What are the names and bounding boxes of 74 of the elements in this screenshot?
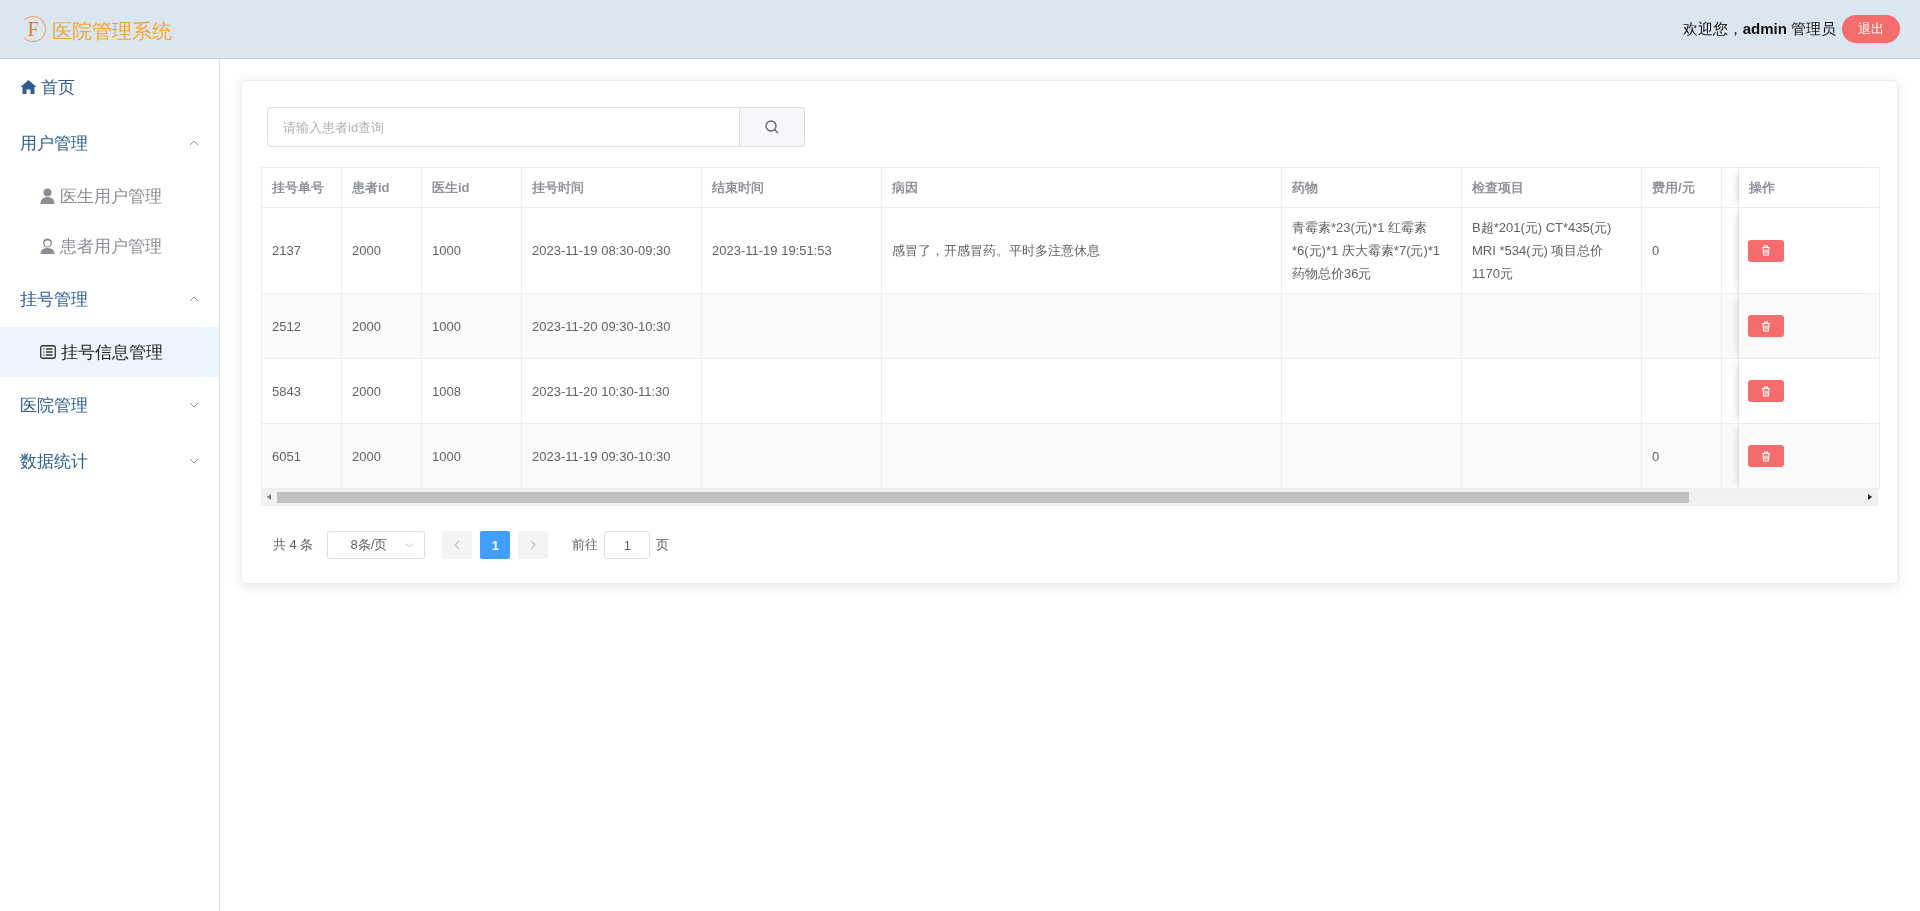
menu-group[interactable]: 医院管理 (0, 377, 219, 433)
page-suffix: 页 (656, 536, 670, 554)
table-cell: 2023-11-19 08:30-09:30 (532, 243, 671, 258)
user-icon (40, 188, 55, 204)
trash-icon (1761, 245, 1771, 256)
goto-label: 前往 (572, 536, 599, 554)
previous-page-button[interactable] (442, 531, 473, 559)
scroll-left-icon[interactable] (265, 493, 273, 501)
column-header: 费用/元 (1642, 168, 1722, 208)
next-page-button[interactable] (518, 531, 549, 559)
column-header: 结束时间 (702, 168, 882, 208)
trash-icon (1761, 450, 1771, 462)
trash-icon (1761, 385, 1771, 397)
table-cell: 2023-11-19 19:51:53 (712, 243, 832, 258)
chevron-left-icon (454, 540, 461, 550)
table-cell: 6051 (272, 448, 301, 464)
search-icon (765, 120, 779, 134)
delete-button[interactable] (1748, 315, 1784, 337)
menu-item[interactable]: 首页 (0, 59, 219, 115)
table-cell: 5843 (272, 383, 301, 399)
delete-button[interactable] (1748, 380, 1784, 402)
column-header: 患者id (342, 168, 422, 208)
search-button[interactable] (740, 107, 805, 147)
table-cell: 青霉素*23(元)*1 红霉素*6(元)*1 庆大霉素*7(元)*1 药物总价36元 (1292, 220, 1441, 281)
column-header: 病因 (882, 168, 1282, 208)
table-cell: 2000 (352, 383, 381, 399)
column-header: 操作 (1739, 168, 1879, 208)
welcome-text: 欢迎您，admin 管理员 (1682, 19, 1836, 39)
page-input[interactable]: 1 (604, 531, 651, 559)
table-cell: 2023-11-20 09:30-10:30 (532, 318, 671, 334)
table-cell: 1000 (432, 448, 461, 464)
table-cell: 1000 (432, 243, 461, 258)
column-header: 挂号单号 (262, 168, 342, 208)
column-header: 检查项目 (1462, 168, 1642, 208)
submenu-item[interactable]: 患者用户管理 (0, 221, 219, 271)
table-cell: B超*201(元) CT*435(元) MRI *534(元) 项目总价1170元 (1472, 220, 1612, 281)
page-size-select[interactable]: 8条/页 (327, 531, 426, 559)
submenu-item[interactable]: 挂号信息管理 (0, 327, 219, 377)
delete-button[interactable] (1748, 445, 1784, 467)
chevron-icon (405, 542, 415, 548)
table-cell: 1000 (432, 318, 461, 334)
total-count: 共 4 条 (273, 536, 314, 554)
app-title: 医院管理系统 (52, 18, 172, 44)
chevron-icon (189, 458, 199, 464)
delete-button[interactable] (1748, 239, 1784, 262)
table-cell: 2512 (272, 318, 301, 334)
chevron-right-icon (530, 540, 537, 550)
table-cell: 0 (1652, 448, 1660, 464)
table-cell: 1008 (432, 383, 461, 399)
table-cell: 2000 (352, 318, 381, 334)
search-field[interactable]: 请输入患者id查询 (267, 107, 740, 147)
trash-icon (1761, 320, 1771, 332)
column-header: 药物 (1282, 168, 1462, 208)
table-cell: 感冒了，开感冒药。平时多注意休息 (892, 243, 1100, 258)
list-icon (40, 345, 56, 359)
menu-group[interactable]: 用户管理 (0, 115, 219, 171)
table-cell: 2023-11-19 09:30-10:30 (532, 448, 671, 464)
user-icon (40, 238, 55, 254)
menu-group[interactable]: 挂号管理 (0, 271, 219, 327)
column-header: 挂号时间 (522, 168, 702, 208)
table-cell: 2137 (272, 243, 301, 258)
table-cell: 2000 (352, 243, 381, 258)
horizontal-scrollbar[interactable] (261, 489, 1878, 506)
column-header: 医生id (422, 168, 522, 208)
table-cell: 2023-11-20 10:30-11:30 (532, 383, 670, 399)
submenu-item[interactable]: 医生用户管理 (0, 171, 219, 221)
chevron-icon (189, 140, 199, 146)
chevron-icon (189, 296, 199, 302)
scroll-right-icon[interactable] (1866, 493, 1874, 501)
menu-group[interactable]: 数据统计 (0, 433, 219, 489)
table-cell: 2000 (352, 448, 381, 464)
table-cell: 0 (1652, 243, 1660, 258)
chevron-icon (189, 402, 199, 408)
home-icon (20, 79, 37, 95)
